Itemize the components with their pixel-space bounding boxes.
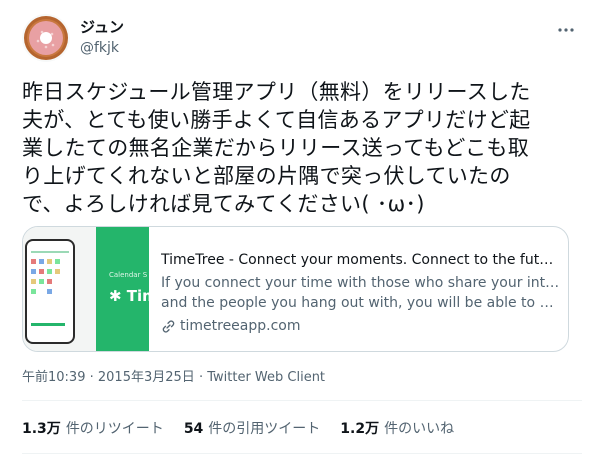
quote-tweet-count[interactable]: 54 件の引用ツイート [184,418,320,438]
like-count[interactable]: 1.2万 件のいいね [340,418,454,438]
stat-label: 件の引用ツイート [208,421,321,437]
more-dots-icon [558,28,574,32]
divider [22,453,582,454]
card-thumbnail: Calendar S ✱ Tim [23,227,149,351]
tweet-date[interactable]: 2015年3月25日 [98,370,195,385]
stat-label: 件のリツイート [65,421,164,437]
donut-avatar-icon [24,16,68,60]
card-description: If you connect your time with those who … [161,273,561,313]
tweet-time[interactable]: 午前10:39 [22,370,85,385]
avatar[interactable] [22,14,70,62]
thumbnail-left-panel [23,227,96,351]
thumbnail-logo: ✱ Tim [109,287,149,305]
tweet-stats: 1.3万 件のリツイート 54 件の引用ツイート 1.2万 件のいいね [22,412,582,444]
author-names: ジュン @fkjk [80,18,124,58]
stat-count: 1.2万 [340,421,380,437]
phone-mockup-icon [25,239,75,344]
tweet-client[interactable]: Twitter Web Client [207,370,325,385]
link-card[interactable]: Calendar S ✱ Tim TimeTree - Connect your… [22,226,569,352]
thumbnail-green-panel: Calendar S ✱ Tim [96,227,149,351]
meta-separator: · [198,370,204,385]
card-domain: timetreeapp.com [161,316,561,336]
stat-count: 1.3万 [22,421,61,437]
tweet-meta: 午前10:39 · 2015年3月25日 · Twitter Web Clien… [22,368,325,388]
tweet-text: 昨日スケジュール管理アプリ（無料）をリリースした 夫が、とても使い勝手よくて自信… [22,80,531,216]
thumbnail-caption: Calendar S [109,271,148,279]
card-domain-text: timetreeapp.com [180,318,301,334]
more-options-button[interactable] [552,16,580,44]
display-name[interactable]: ジュン [80,18,124,37]
stat-label: 件のいいね [384,421,455,437]
meta-separator: · [89,370,94,385]
tweet-header: ジュン @fkjk [22,14,582,66]
link-icon [162,319,175,333]
handle[interactable]: @fkjk [80,39,124,58]
card-title: TimeTree - Connect your moments. Connect… [161,252,561,268]
card-body: TimeTree - Connect your moments. Connect… [161,250,561,336]
card-description-line: and the people you hang out with, you wi… [161,295,561,311]
retweet-count[interactable]: 1.3万 件のリツイート [22,418,164,438]
card-description-line: If you connect your time with those who … [161,275,561,291]
divider [22,400,582,401]
stat-count: 54 [183,421,204,437]
